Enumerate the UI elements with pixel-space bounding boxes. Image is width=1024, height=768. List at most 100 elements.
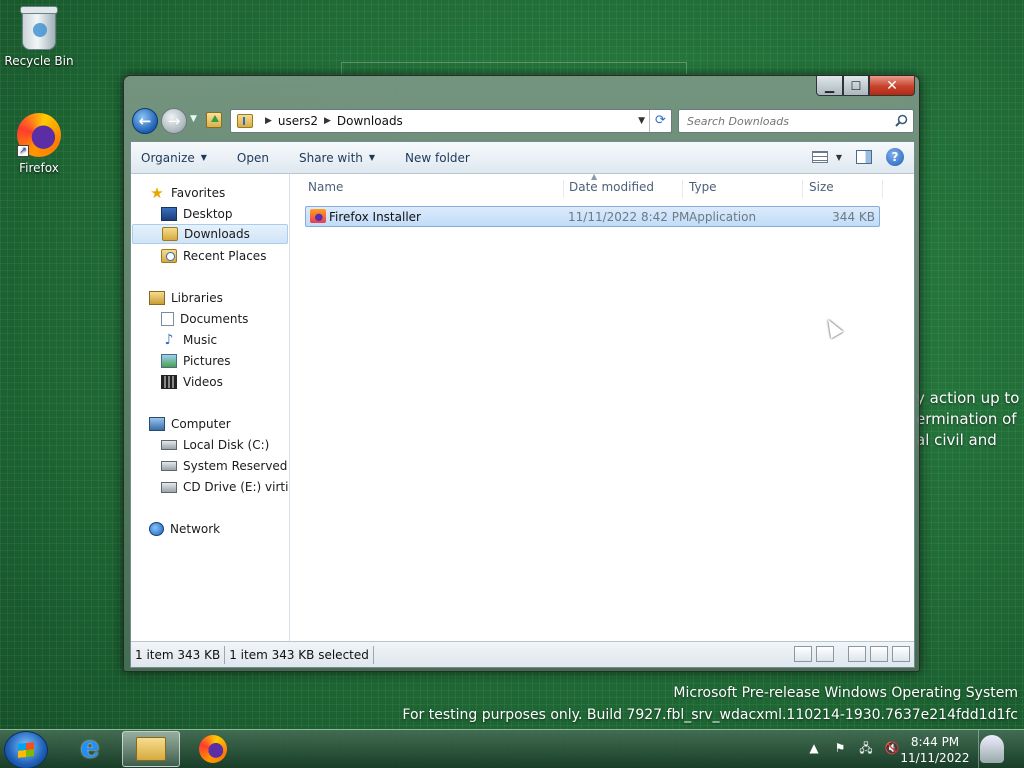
- shortcut-arrow-icon: ↗: [17, 145, 29, 157]
- system-tray: ▲ ⚑ 🖧 🔇: [806, 741, 900, 755]
- nav-item-favorites[interactable]: ★ Favorites: [149, 183, 289, 203]
- column-header-date-modified[interactable]: Date modified: [563, 180, 683, 198]
- chevron-down-icon: ▼: [835, 152, 842, 162]
- file-list[interactable]: ▲ Name Date modified Type Size Firefox I…: [291, 172, 914, 643]
- command-bar: Organize ▼ Open Share with ▼ New folder ▼ …: [131, 142, 914, 174]
- nav-item-local-disk[interactable]: Local Disk (C:): [161, 435, 289, 455]
- hard-drive-icon: [161, 461, 177, 471]
- nav-item-system-reserved[interactable]: System Reserved (D:: [161, 456, 289, 476]
- breadcrumb-separator[interactable]: ▶: [265, 116, 272, 126]
- status-bar: 1 item 343 KB 1 item 343 KB selected: [131, 641, 914, 667]
- network-status-icon[interactable]: 🖧: [858, 741, 874, 755]
- new-folder-button[interactable]: New folder: [405, 151, 470, 165]
- back-button[interactable]: ←: [132, 108, 158, 134]
- downloads-folder-icon: [162, 227, 178, 241]
- nav-item-music[interactable]: ♪ Music: [161, 330, 289, 350]
- start-button[interactable]: [4, 731, 48, 768]
- change-view-button[interactable]: ▼: [811, 151, 842, 163]
- nav-item-computer[interactable]: Computer: [149, 414, 289, 434]
- chevron-down-icon: ▼: [368, 153, 376, 162]
- nav-item-recent-places[interactable]: Recent Places: [161, 246, 289, 266]
- nav-item-downloads[interactable]: Downloads: [132, 224, 288, 244]
- computer-icon: [149, 417, 165, 431]
- nav-item-libraries[interactable]: Libraries: [149, 288, 289, 308]
- recent-pages-dropdown[interactable]: ▼: [190, 114, 197, 124]
- status-item-count: 1 item 343 KB: [131, 645, 226, 664]
- file-row-firefox-installer[interactable]: Firefox Installer 11/11/2022 8:42 PM App…: [305, 206, 880, 227]
- share-with-button[interactable]: Share with ▼: [299, 151, 375, 165]
- background-window-edge: [341, 62, 687, 74]
- help-icon[interactable]: ?: [886, 148, 904, 166]
- column-header-size[interactable]: Size: [803, 180, 883, 198]
- preview-layout-icon[interactable]: [870, 646, 888, 662]
- nav-item-cd-drive[interactable]: CD Drive (E:) virtio-v: [161, 477, 289, 497]
- navigation-pane[interactable]: ★ Favorites Desktop Downloads Recent Plac…: [131, 174, 290, 643]
- cd-drive-icon: [161, 481, 177, 493]
- partial-background-text: y action up to ermination of al civil an…: [916, 389, 1020, 449]
- preview-pane-icon[interactable]: [856, 150, 872, 164]
- taskbar: e ▲ ⚑ 🖧 🔇 8:44 PM 11/11/2022: [0, 729, 1024, 768]
- chevron-down-icon: ▼: [200, 153, 207, 162]
- desktop-icon-label: Recycle Bin: [4, 54, 74, 68]
- nav-item-network[interactable]: Network: [149, 519, 289, 539]
- close-button[interactable]: ✕: [869, 76, 915, 96]
- explorer-window[interactable]: ▁ ☐ ✕ ← → ▼ ▶ users2 ▶ Downloads ▼ ⟳ Org…: [123, 75, 920, 672]
- organize-button[interactable]: Organize ▼: [141, 151, 207, 165]
- address-bar[interactable]: ▶ users2 ▶ Downloads ▼ ⟳: [230, 109, 672, 133]
- breadcrumb-downloads[interactable]: Downloads: [337, 114, 403, 128]
- desktop-icon-firefox[interactable]: ↗ Firefox: [1, 113, 77, 175]
- large-icons-view-icon[interactable]: [816, 646, 834, 662]
- hard-drive-icon: [161, 440, 177, 450]
- forward-button[interactable]: →: [161, 108, 187, 134]
- clock-date: 11/11/2022: [900, 751, 970, 765]
- pane-layout-icon[interactable]: [848, 646, 866, 662]
- address-dropdown-icon[interactable]: ▼: [638, 116, 645, 126]
- column-header-type[interactable]: Type: [683, 180, 803, 198]
- search-input[interactable]: [687, 114, 887, 128]
- libraries-icon: [149, 291, 165, 305]
- firefox-icon: ↗: [17, 113, 61, 157]
- nav-item-pictures[interactable]: Pictures: [161, 351, 289, 371]
- taskbar-windows-explorer[interactable]: [122, 731, 180, 767]
- views-icon: [811, 151, 828, 163]
- show-desktop-button[interactable]: [978, 730, 1024, 768]
- breadcrumb-users2[interactable]: users2: [278, 114, 318, 128]
- recycle-bin-icon: [20, 6, 58, 50]
- file-date: 11/11/2022 8:42 PM: [568, 210, 690, 224]
- breadcrumb-separator[interactable]: ▶: [324, 116, 331, 126]
- search-box[interactable]: [678, 109, 914, 133]
- clock-time: 8:44 PM: [910, 735, 960, 749]
- maximize-button[interactable]: ☐: [843, 76, 869, 96]
- search-icon[interactable]: [895, 114, 908, 127]
- firefox-icon: [199, 735, 227, 763]
- caption-buttons: ▁ ☐ ✕: [816, 76, 915, 96]
- taskbar-internet-explorer[interactable]: e: [61, 731, 119, 767]
- taskbar-firefox[interactable]: [184, 731, 242, 767]
- build-watermark: Microsoft Pre-release Windows Operating …: [402, 685, 1018, 723]
- action-center-flag-icon[interactable]: ⚑: [832, 741, 848, 755]
- minimize-button[interactable]: ▁: [816, 76, 843, 96]
- taskbar-clock[interactable]: 8:44 PM 11/11/2022: [900, 734, 970, 766]
- nav-item-documents[interactable]: Documents: [161, 309, 289, 329]
- column-header-name[interactable]: Name: [302, 180, 564, 198]
- status-view-buttons: [794, 646, 910, 662]
- up-folder-icon[interactable]: [206, 112, 222, 128]
- desktop-icon: [161, 207, 177, 221]
- toolbar-right: ▼ ?: [811, 148, 904, 166]
- desktop-icon-recycle-bin[interactable]: Recycle Bin: [1, 6, 77, 68]
- details-pane-icon[interactable]: [892, 646, 910, 662]
- open-button[interactable]: Open: [237, 151, 269, 165]
- volume-muted-icon[interactable]: 🔇: [884, 741, 900, 755]
- music-note-icon: ♪: [164, 332, 174, 348]
- nav-item-desktop[interactable]: Desktop: [161, 204, 289, 224]
- windows-explorer-icon: [136, 737, 166, 761]
- desktop-icon-label: Firefox: [19, 161, 59, 175]
- status-selection: 1 item 343 KB selected: [225, 645, 374, 664]
- nav-item-videos[interactable]: Videos: [161, 372, 289, 392]
- document-icon: [161, 312, 174, 326]
- details-view-icon[interactable]: [794, 646, 812, 662]
- navigation-bar: ← → ▼ ▶ users2 ▶ Downloads ▼ ⟳: [130, 106, 914, 136]
- network-icon: [149, 522, 164, 536]
- show-hidden-icons-icon[interactable]: ▲: [806, 741, 822, 755]
- refresh-icon[interactable]: ⟳: [649, 110, 671, 132]
